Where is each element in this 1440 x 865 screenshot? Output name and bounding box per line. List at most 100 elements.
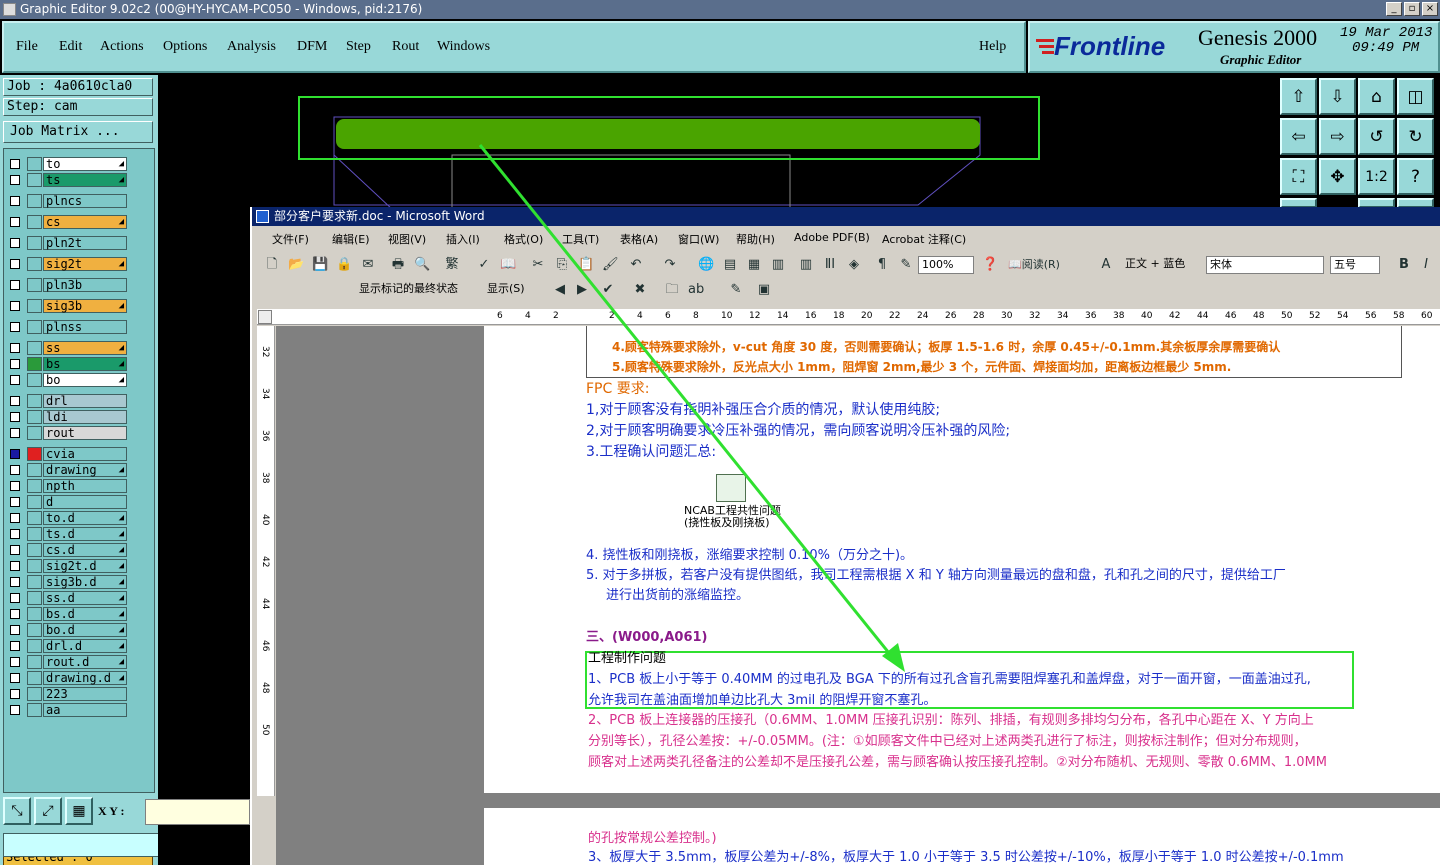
layer-affected-toggle[interactable] (27, 655, 42, 669)
word-menu-view[interactable]: 视图(V) (388, 231, 426, 247)
layer-checkbox[interactable] (10, 625, 20, 635)
accept-change-icon[interactable]: ✔ (600, 282, 616, 298)
layer-affected-toggle[interactable] (27, 671, 42, 685)
layer-row[interactable]: plnss (7, 320, 127, 334)
undo-icon[interactable]: ↺ (1358, 118, 1395, 155)
minimize-button[interactable]: _ (1386, 2, 1402, 16)
styles-pane-icon[interactable]: A (1098, 257, 1114, 273)
layer-checkbox[interactable] (10, 641, 20, 651)
layer-row[interactable]: to.d ◢ (7, 511, 127, 525)
layer-row[interactable]: cvia (7, 447, 127, 461)
layer-name[interactable]: sig3b ◢ (43, 299, 127, 313)
layer-checkbox[interactable] (10, 217, 20, 227)
layer-checkbox[interactable] (10, 609, 20, 619)
paste-icon[interactable]: 📋 (578, 257, 594, 273)
layer-checkbox[interactable] (10, 705, 20, 715)
layer-affected-toggle[interactable] (27, 495, 42, 509)
columns-icon[interactable]: ▥ (798, 257, 814, 273)
highlight-icon[interactable]: ab (688, 282, 704, 298)
window-split-icon[interactable]: ◫ (1397, 78, 1434, 115)
layer-name[interactable]: cs ◢ (43, 215, 127, 229)
layer-affected-toggle[interactable] (27, 543, 42, 557)
italic-icon[interactable]: I (1418, 257, 1434, 273)
layer-name[interactable]: sig3b.d ◢ (43, 575, 127, 589)
layer-row[interactable]: pln3b (7, 278, 127, 292)
layer-row[interactable]: sig3b ◢ (7, 299, 127, 313)
layer-row[interactable]: drawing ◢ (7, 463, 127, 477)
layer-checkbox[interactable] (10, 465, 20, 475)
layer-affected-toggle[interactable] (27, 236, 42, 250)
layer-row[interactable]: npth (7, 479, 127, 493)
word-menu-format[interactable]: 格式(O) (504, 231, 543, 247)
layer-checkbox[interactable] (10, 301, 20, 311)
tables-borders-icon[interactable]: ▤ (722, 257, 738, 273)
layer-name[interactable]: drawing ◢ (43, 463, 127, 477)
cut-icon[interactable]: ✂ (530, 257, 546, 273)
layer-row[interactable]: drl (7, 394, 127, 408)
layer-row[interactable]: rout (7, 426, 127, 440)
word-menu-tools[interactable]: 工具(T) (562, 231, 599, 247)
layer-checkbox[interactable] (10, 545, 20, 555)
format-painter-icon[interactable]: 🖌 (602, 257, 619, 273)
previous-change-icon[interactable]: ◀ (552, 282, 568, 298)
word-menu-insert[interactable]: 插入(I) (446, 231, 480, 247)
layer-name[interactable]: sig2t.d ◢ (43, 559, 127, 573)
layer-row[interactable]: to ◢ (7, 157, 127, 171)
layer-affected-toggle[interactable] (27, 394, 42, 408)
menu-options[interactable]: Options (163, 39, 207, 55)
layer-row[interactable]: pln2t (7, 236, 127, 250)
layer-name[interactable]: ts.d ◢ (43, 527, 127, 541)
layer-checkbox[interactable] (10, 359, 20, 369)
layer-name[interactable]: cs.d ◢ (43, 543, 127, 557)
zoom-area-icon[interactable]: ⤡ (3, 797, 31, 825)
research-icon[interactable]: 📖 (500, 257, 516, 273)
layer-affected-toggle[interactable] (27, 173, 42, 187)
insert-table-icon[interactable]: ▦ (746, 257, 762, 273)
layer-affected-toggle[interactable] (27, 527, 42, 541)
help-icon[interactable]: ? (1397, 158, 1434, 195)
layer-affected-toggle[interactable] (27, 639, 42, 653)
grid-icon[interactable]: ▦ (65, 797, 93, 825)
xy-input[interactable] (145, 799, 250, 825)
zoom-home-icon[interactable]: ✥ (1319, 158, 1356, 195)
home-icon[interactable]: ⌂ (1358, 78, 1395, 115)
font-size-combo[interactable]: 五号 (1330, 256, 1380, 274)
layer-name[interactable]: bo ◢ (43, 373, 127, 387)
layer-affected-toggle[interactable] (27, 426, 42, 440)
layer-affected-toggle[interactable] (27, 463, 42, 477)
layer-row[interactable]: ts ◢ (7, 173, 127, 187)
layer-affected-toggle[interactable] (27, 341, 42, 355)
layer-affected-toggle[interactable] (27, 447, 42, 461)
layer-row[interactable]: d (7, 495, 127, 509)
pan-left-icon[interactable]: ⇦ (1280, 118, 1317, 155)
layer-name[interactable]: d (43, 495, 127, 509)
layer-checkbox[interactable] (10, 593, 20, 603)
layer-checkbox[interactable] (10, 375, 20, 385)
style-combo[interactable]: 正文 + 蓝色 (1122, 256, 1202, 274)
layer-checkbox[interactable] (10, 343, 20, 353)
layer-row[interactable]: sig3b.d ◢ (7, 575, 127, 589)
layer-checkbox[interactable] (10, 561, 20, 571)
layer-name[interactable]: aa (43, 703, 127, 717)
word-menu-window[interactable]: 窗口(W) (678, 231, 719, 247)
layer-row[interactable]: aa (7, 703, 127, 717)
tab-selector[interactable] (258, 310, 272, 324)
copy-icon[interactable]: ⎘ (554, 257, 570, 273)
word-menu-file[interactable]: 文件(F) (272, 231, 309, 247)
layer-row[interactable]: drawing.d ◢ (7, 671, 127, 685)
layer-row[interactable]: ss.d ◢ (7, 591, 127, 605)
layer-name[interactable]: rout (43, 426, 127, 440)
layer-name[interactable]: ss.d ◢ (43, 591, 127, 605)
print-preview-icon[interactable]: 🔍 (414, 257, 430, 273)
layer-row[interactable]: ss ◢ (7, 341, 127, 355)
traditional-chinese-icon[interactable]: 繁 (444, 257, 460, 273)
layer-checkbox[interactable] (10, 238, 20, 248)
layer-row[interactable]: rout.d ◢ (7, 655, 127, 669)
layer-checkbox[interactable] (10, 529, 20, 539)
menu-file[interactable]: File (16, 39, 38, 55)
word-menu-edit[interactable]: 编辑(E) (332, 231, 370, 247)
layer-affected-toggle[interactable] (27, 575, 42, 589)
layer-checkbox[interactable] (10, 577, 20, 587)
spelling-icon[interactable]: ✓ (476, 257, 492, 273)
layer-affected-toggle[interactable] (27, 278, 42, 292)
